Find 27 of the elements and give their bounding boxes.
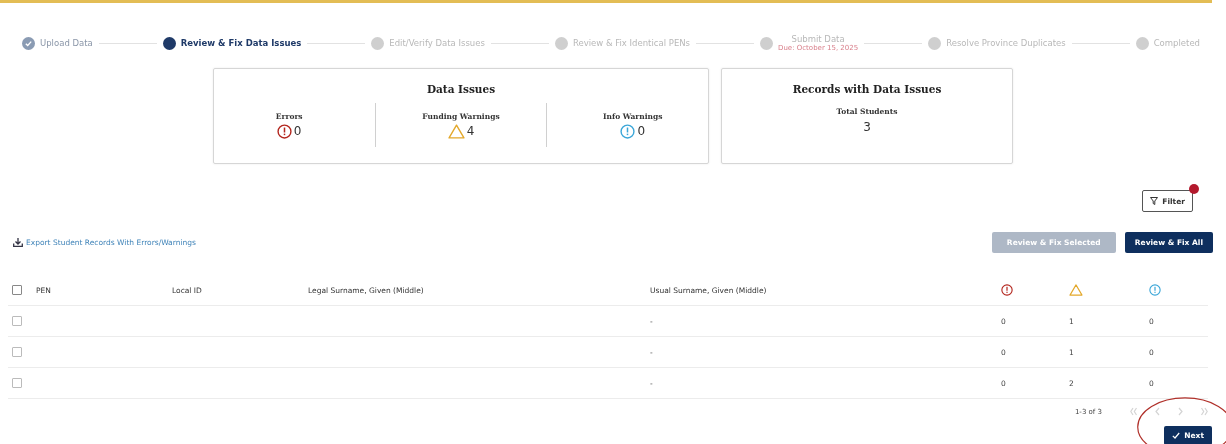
step-label[interactable]: Completed <box>1153 38 1200 48</box>
step-label[interactable]: Submit Data <box>791 34 845 44</box>
notification-badge <box>1189 184 1199 194</box>
stat-count: 0 <box>293 124 302 138</box>
error-icon <box>276 123 292 139</box>
checkbox[interactable] <box>12 285 22 295</box>
stat-count: 3 <box>863 120 871 134</box>
checkbox[interactable] <box>12 347 22 357</box>
info-icon <box>1149 284 1161 296</box>
stat-count: 4 <box>466 124 475 138</box>
download-icon <box>13 238 23 247</box>
error-icon <box>1001 284 1013 296</box>
step-label[interactable]: Upload Data <box>40 38 93 48</box>
step-label[interactable]: Edit/Verify Data Issues <box>389 38 485 48</box>
checkbox[interactable] <box>12 316 22 326</box>
warning-icon <box>1069 284 1083 296</box>
card-title: Records with Data Issues <box>792 83 942 95</box>
stat-count: 0 <box>637 124 646 138</box>
card-title: Data Issues <box>426 83 496 95</box>
filter-icon <box>1150 197 1159 205</box>
step-label[interactable]: Review & Fix Identical PENs <box>572 38 691 48</box>
checkbox[interactable] <box>12 378 22 388</box>
info-icon <box>620 123 636 139</box>
step-label[interactable]: Resolve Province Duplicates <box>946 38 1066 48</box>
step-label[interactable]: Review & Fix Data Issues <box>180 38 302 48</box>
warning-icon <box>447 123 465 139</box>
check-icon <box>1172 432 1181 439</box>
